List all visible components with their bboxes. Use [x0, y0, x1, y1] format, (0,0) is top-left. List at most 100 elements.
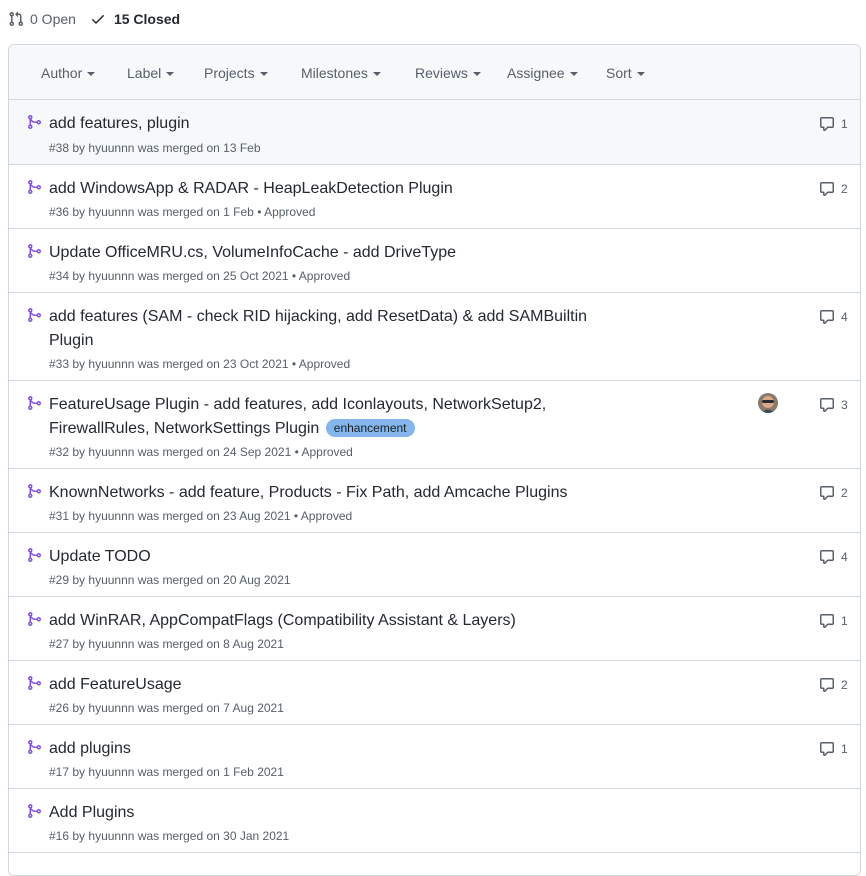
pr-comments-link[interactable]: 1	[819, 741, 848, 757]
pr-title-link[interactable]: add FeatureUsage	[49, 673, 609, 697]
comment-count: 2	[841, 486, 848, 500]
pr-number: #38	[49, 141, 70, 155]
filter-author[interactable]: Author	[41, 65, 96, 81]
pr-by: by	[72, 509, 86, 523]
list-item[interactable]: add WinRAR, AppCompatFlags (Compatibilit…	[9, 597, 860, 661]
pr-comments-link[interactable]: 4	[819, 309, 848, 325]
comment-count: 2	[841, 182, 848, 196]
filter-label[interactable]: Label	[127, 65, 175, 81]
filter-assignee[interactable]: Assignee	[507, 65, 578, 81]
comment-count: 1	[841, 117, 848, 131]
git-pull-request-icon	[9, 11, 24, 27]
filter-milestones[interactable]: Milestones	[301, 65, 381, 81]
pr-author-link[interactable]: hyuunnn	[88, 205, 134, 219]
list-item[interactable]: KnownNetworks - add feature, Products - …	[9, 469, 860, 533]
pr-by: by	[72, 205, 86, 219]
caret-down-icon	[372, 72, 381, 76]
pr-number: #16	[49, 829, 70, 843]
closed-state-link[interactable]: 15 Closed	[90, 11, 180, 27]
pr-merged-date: was merged on 24 Sep 2021	[137, 445, 292, 459]
pr-author-link[interactable]: hyuunnn	[88, 269, 134, 283]
pr-author-link[interactable]: hyuunnn	[88, 357, 134, 371]
pr-comments-link[interactable]: 2	[819, 485, 848, 501]
pr-comments-link[interactable]: 1	[819, 613, 848, 629]
caret-down-icon	[87, 72, 96, 76]
pr-title-link[interactable]: add WinRAR, AppCompatFlags (Compatibilit…	[49, 609, 609, 633]
list-item[interactable]: Update TODO #29 by hyuunnn was merged on…	[9, 533, 860, 597]
pr-comments-link[interactable]: 2	[819, 181, 848, 197]
pr-title-link[interactable]: add features (SAM - check RID hijacking,…	[49, 305, 609, 353]
list-item[interactable]: add features, plugin #38 by hyuunnn was …	[9, 100, 860, 165]
git-merge-icon	[28, 612, 42, 626]
pr-comments-link[interactable]: 2	[819, 677, 848, 693]
pr-meta: #38 by hyuunnn was merged on 13 Feb	[49, 140, 261, 156]
comment-icon	[820, 550, 834, 564]
pr-author-link[interactable]: hyuunnn	[88, 829, 134, 843]
pr-author-link[interactable]: hyuunnn	[88, 637, 134, 651]
comment-icon	[820, 486, 834, 500]
pr-merged-date: was merged on 7 Aug 2021	[137, 701, 284, 715]
list-item[interactable]: Add Plugins #16 by hyuunnn was merged on…	[9, 789, 860, 853]
filter-reviews[interactable]: Reviews	[415, 65, 481, 81]
filter-sort[interactable]: Sort	[606, 65, 645, 81]
pr-author-link[interactable]: hyuunnn	[88, 509, 134, 523]
avatar-image	[758, 393, 778, 413]
pr-author-link[interactable]: hyuunnn	[88, 573, 134, 587]
check-icon	[91, 15, 104, 24]
list-item[interactable]: add features (SAM - check RID hijacking,…	[9, 293, 860, 381]
list-item[interactable]: FeatureUsage Plugin - add features, add …	[9, 381, 860, 469]
open-state-link[interactable]: 0 Open	[8, 11, 76, 27]
pr-title-link[interactable]: add plugins	[49, 737, 609, 761]
pr-merged-date: was merged on 1 Feb	[137, 205, 254, 219]
pr-author-link[interactable]: hyuunnn	[88, 765, 134, 779]
pr-meta: #31 by hyuunnn was merged on 23 Aug 2021…	[49, 508, 352, 524]
git-merge-icon	[28, 676, 42, 690]
pr-title-link[interactable]: KnownNetworks - add feature, Products - …	[49, 481, 609, 505]
pr-title-link[interactable]: FeatureUsage Plugin - add features, add …	[49, 393, 569, 441]
pr-by: by	[72, 637, 86, 651]
pr-merged-date: was merged on 20 Aug 2021	[137, 573, 291, 587]
pr-comments-link[interactable]: 4	[819, 549, 848, 565]
pr-title-link[interactable]: add features, plugin	[49, 112, 609, 136]
list-item[interactable]: add FeatureUsage #26 by hyuunnn was merg…	[9, 661, 860, 725]
filter-projects[interactable]: Projects	[204, 65, 268, 81]
comment-icon	[820, 398, 834, 412]
pr-meta: #17 by hyuunnn was merged on 1 Feb 2021	[49, 764, 284, 780]
pr-title-link[interactable]: Update TODO	[49, 545, 609, 569]
pr-title-link[interactable]: Update OfficeMRU.cs, VolumeInfoCache - a…	[49, 241, 609, 265]
state-toggles: 0 Open 15 Closed	[8, 9, 180, 29]
pr-author-link[interactable]: hyuunnn	[88, 701, 134, 715]
list-item[interactable]: add plugins #17 by hyuunnn was merged on…	[9, 725, 860, 789]
pr-number: #32	[49, 445, 70, 459]
comment-count: 3	[841, 398, 848, 412]
pr-number: #26	[49, 701, 70, 715]
closed-count-label: 15 Closed	[113, 11, 181, 27]
caret-down-icon	[569, 72, 578, 76]
pr-review-status: • Approved	[293, 509, 353, 523]
pr-number: #34	[49, 269, 70, 283]
comment-count: 4	[841, 310, 848, 324]
pr-number: #29	[49, 573, 70, 587]
pr-number: #17	[49, 765, 70, 779]
pr-by: by	[72, 445, 86, 459]
pr-author-link[interactable]: hyuunnn	[88, 141, 134, 155]
pr-meta: #26 by hyuunnn was merged on 7 Aug 2021	[49, 700, 284, 716]
pr-title-link[interactable]: add WindowsApp & RADAR - HeapLeakDetecti…	[49, 177, 609, 201]
git-merge-icon	[28, 244, 42, 258]
pr-number: #31	[49, 509, 70, 523]
pr-merged-date: was merged on 23 Aug 2021	[137, 509, 291, 523]
pr-title-link[interactable]: Add Plugins	[49, 801, 609, 825]
list-item[interactable]: Update OfficeMRU.cs, VolumeInfoCache - a…	[9, 229, 860, 293]
comment-count: 1	[841, 742, 848, 756]
pr-comments-link[interactable]: 1	[819, 116, 848, 132]
pr-author-link[interactable]: hyuunnn	[88, 445, 134, 459]
list-item[interactable]: add WindowsApp & RADAR - HeapLeakDetecti…	[9, 165, 860, 229]
pr-meta: #29 by hyuunnn was merged on 20 Aug 2021	[49, 572, 291, 588]
git-merge-icon	[28, 484, 42, 498]
label-enhancement[interactable]: enhancement	[325, 419, 415, 437]
assignee-avatar[interactable]	[758, 393, 778, 413]
pr-comments-link[interactable]: 3	[819, 397, 848, 413]
comment-icon	[820, 742, 834, 756]
filter-label-label: Label	[127, 65, 162, 81]
git-merge-icon	[28, 740, 42, 754]
